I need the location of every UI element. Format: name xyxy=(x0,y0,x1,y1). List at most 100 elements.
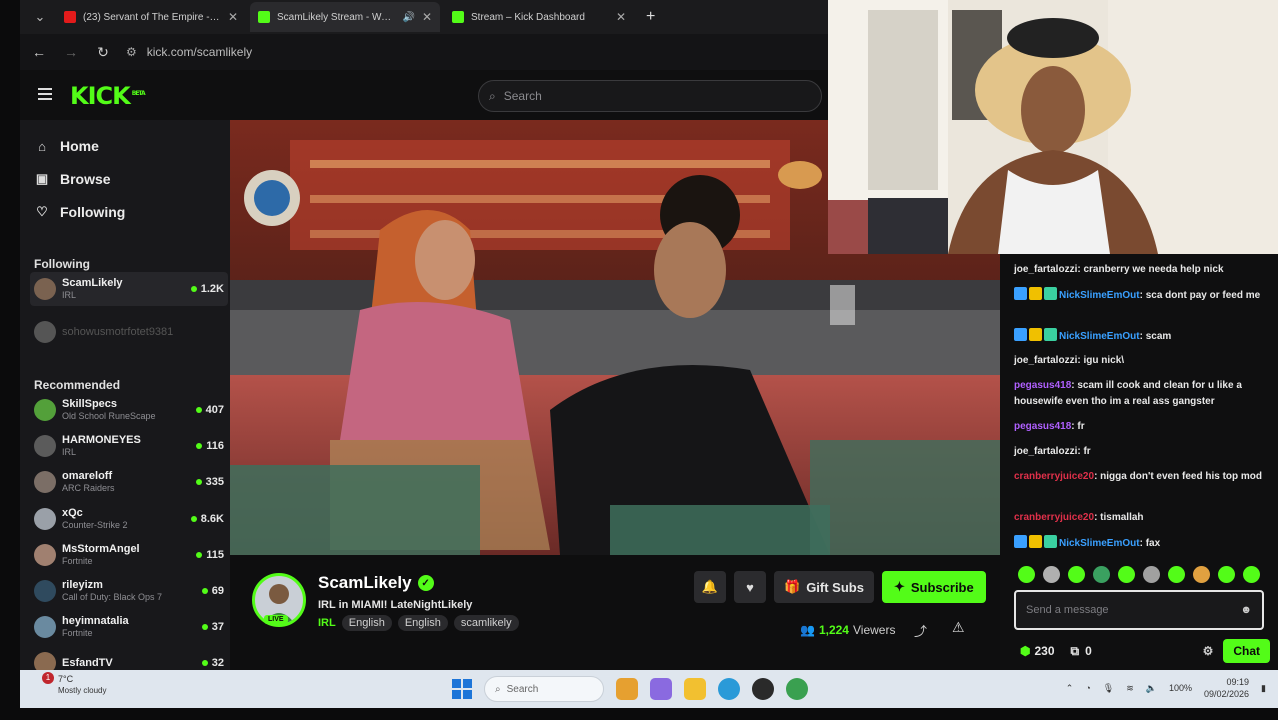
sidebar-channel[interactable]: MsStormAngel Fortnite 115 xyxy=(30,538,228,572)
viewer-count-value: 69 xyxy=(211,585,224,597)
sidebar-channel[interactable]: SkillSpecs Old School RuneScape 407 xyxy=(30,393,228,427)
search-input[interactable]: ⌕ Search xyxy=(478,80,822,112)
chat-username[interactable]: cranberryjuice20 xyxy=(1014,471,1094,482)
site-info-icon[interactable]: ⚙ xyxy=(126,45,137,59)
copilot-icon[interactable] xyxy=(650,678,672,700)
wifi-icon[interactable]: ≋ xyxy=(1126,683,1134,694)
viewer-count: 👥 1,224 Viewers xyxy=(800,623,896,637)
chat-badge-icon xyxy=(1044,535,1057,548)
channel-points[interactable]: ⬢ 230 xyxy=(1020,644,1055,658)
chat-username[interactable]: NickSlimeEmOut xyxy=(1059,331,1140,342)
chat-badge-icon xyxy=(1014,328,1027,341)
chat-text: nigga don't even feed his top mod xyxy=(1100,471,1262,482)
app-icon[interactable] xyxy=(752,678,774,700)
tab-kick-dashboard[interactable]: Stream – Kick Dashboard ✕ xyxy=(444,2,634,32)
sidebar-channel[interactable]: rileyizm Call of Duty: Black Ops 7 69 xyxy=(30,574,228,608)
kick-logo[interactable]: KICK BETA xyxy=(70,82,146,110)
emoji-icon[interactable]: ☻ xyxy=(1240,604,1252,616)
taskbar-search[interactable]: ⌕ Search xyxy=(484,676,604,702)
chat-message: NickSlimeEmOut: scam xyxy=(1014,328,1264,345)
emote-icon[interactable] xyxy=(1243,566,1260,583)
tab-title: (23) Servant of The Empire - Fu xyxy=(83,11,221,23)
emote-icon[interactable] xyxy=(1118,566,1135,583)
forward-icon[interactable]: → xyxy=(62,44,80,60)
new-tab-icon[interactable]: + xyxy=(638,8,663,26)
chat-username[interactable]: joe_fartalozzi xyxy=(1014,446,1077,457)
sidebar-channel[interactable]: ScamLikely IRL 1.2K xyxy=(30,272,228,306)
chat-username[interactable]: joe_fartalozzi xyxy=(1014,355,1077,366)
emote-icon[interactable] xyxy=(1168,566,1185,583)
category-link[interactable]: IRL xyxy=(318,617,336,629)
subscribe-button[interactable]: ✦ Subscribe xyxy=(881,571,986,603)
chat-username[interactable]: pegasus418 xyxy=(1014,380,1071,391)
chrome-icon[interactable] xyxy=(786,678,808,700)
sidebar-channel[interactable]: omareloff ARC Raiders 335 xyxy=(30,465,228,499)
chat-username[interactable]: NickSlimeEmOut xyxy=(1059,538,1140,549)
chat-send-button[interactable]: Chat xyxy=(1223,639,1270,663)
avatar xyxy=(34,616,56,639)
tag[interactable]: English xyxy=(341,615,392,631)
channel-name: xQc xyxy=(62,506,83,519)
emote-icon[interactable] xyxy=(1068,566,1085,583)
follow-button[interactable]: ♥ xyxy=(734,571,766,603)
live-dot-icon xyxy=(190,515,197,522)
edge-icon[interactable] xyxy=(718,678,740,700)
browser-tab-bar: ⌄ (23) Servant of The Empire - Fu ✕ Scam… xyxy=(20,0,828,34)
widget-app-icon[interactable] xyxy=(616,678,638,700)
menu-icon[interactable] xyxy=(38,88,52,100)
emote-icon[interactable] xyxy=(1018,566,1035,583)
clock[interactable]: 09:19 09/02/2026 xyxy=(1204,676,1249,700)
emote-icon[interactable] xyxy=(1043,566,1060,583)
tab-list-chevron-icon[interactable]: ⌄ xyxy=(28,5,52,29)
chat-username[interactable]: pegasus418 xyxy=(1014,421,1071,432)
tray-chevron-icon[interactable]: ⌃ xyxy=(1066,683,1074,694)
share-icon[interactable]: ⤴ xyxy=(914,621,927,640)
emote-icon[interactable] xyxy=(1193,566,1210,583)
weather-widget[interactable]: 7°C Mostly cloudy xyxy=(36,674,156,696)
channel-category: IRL xyxy=(62,290,77,300)
emote-icon[interactable] xyxy=(1143,566,1160,583)
sidebar-item-following[interactable]: ♡ Following xyxy=(34,204,125,220)
drops[interactable]: ⧉ 0 xyxy=(1071,644,1092,659)
file-explorer-icon[interactable] xyxy=(684,678,706,700)
reload-icon[interactable]: ↻ xyxy=(94,44,112,61)
volume-icon[interactable]: 🔈 xyxy=(1146,683,1157,694)
gift-subs-button[interactable]: 🎁 Gift Subs xyxy=(774,571,874,603)
sidebar-channel[interactable]: xQc Counter-Strike 2 8.6K xyxy=(30,502,228,536)
tab-kick-stream[interactable]: ScamLikely Stream - Watch 🔊 ✕ xyxy=(250,2,440,32)
mic-icon[interactable]: 🎙 xyxy=(1103,683,1114,694)
emote-icon[interactable] xyxy=(1093,566,1110,583)
chat-input[interactable]: Send a message ☻ xyxy=(1014,590,1264,630)
chat-username[interactable]: joe_fartalozzi xyxy=(1014,264,1077,275)
speaker-icon[interactable]: 🔊 xyxy=(402,12,414,23)
emote-icon[interactable] xyxy=(1218,566,1235,583)
report-icon[interactable]: ⚠ xyxy=(952,619,965,636)
viewer-count-value: 37 xyxy=(211,621,224,634)
screen: ⌄ (23) Servant of The Empire - Fu ✕ Scam… xyxy=(0,0,1278,720)
chat-settings-icon[interactable]: ⚙ xyxy=(1203,644,1214,658)
sidebar-channel[interactable]: sohowusmotrfotet9381 xyxy=(30,315,228,349)
sidebar-channel[interactable]: HARMONEYES IRL 116 xyxy=(30,429,228,463)
avatar xyxy=(34,278,56,300)
network-icon[interactable]: ◔ xyxy=(1085,683,1090,693)
sidebar-channel[interactable]: heyimnatalia Fortnite 37 xyxy=(30,610,228,644)
notify-button[interactable]: 🔔 xyxy=(694,571,726,603)
streamer-name[interactable]: ScamLikely ✓ xyxy=(318,573,434,593)
tag[interactable]: scamlikely xyxy=(453,615,519,631)
tag[interactable]: English xyxy=(397,615,448,631)
channel-category: Old School RuneScape xyxy=(62,411,156,421)
emote-bar xyxy=(1018,566,1260,583)
sidebar-item-home[interactable]: ⌂ Home xyxy=(34,138,99,154)
windows-start-icon[interactable] xyxy=(452,679,472,699)
back-icon[interactable]: ← xyxy=(30,44,48,60)
tab-youtube[interactable]: (23) Servant of The Empire - Fu ✕ xyxy=(56,2,246,32)
close-tab-icon[interactable]: ✕ xyxy=(228,10,238,24)
notifications-icon[interactable]: ▮ xyxy=(1261,683,1266,694)
chat-username[interactable]: NickSlimeEmOut xyxy=(1059,290,1140,301)
url-field[interactable]: ⚙ kick.com/scamlikely xyxy=(126,45,252,59)
close-tab-icon[interactable]: ✕ xyxy=(422,10,432,24)
close-tab-icon[interactable]: ✕ xyxy=(616,10,626,24)
chat-username[interactable]: cranberryjuice20 xyxy=(1014,512,1094,523)
chat-text: tismallah xyxy=(1100,512,1144,523)
sidebar-item-browse[interactable]: ▣ Browse xyxy=(34,171,111,187)
